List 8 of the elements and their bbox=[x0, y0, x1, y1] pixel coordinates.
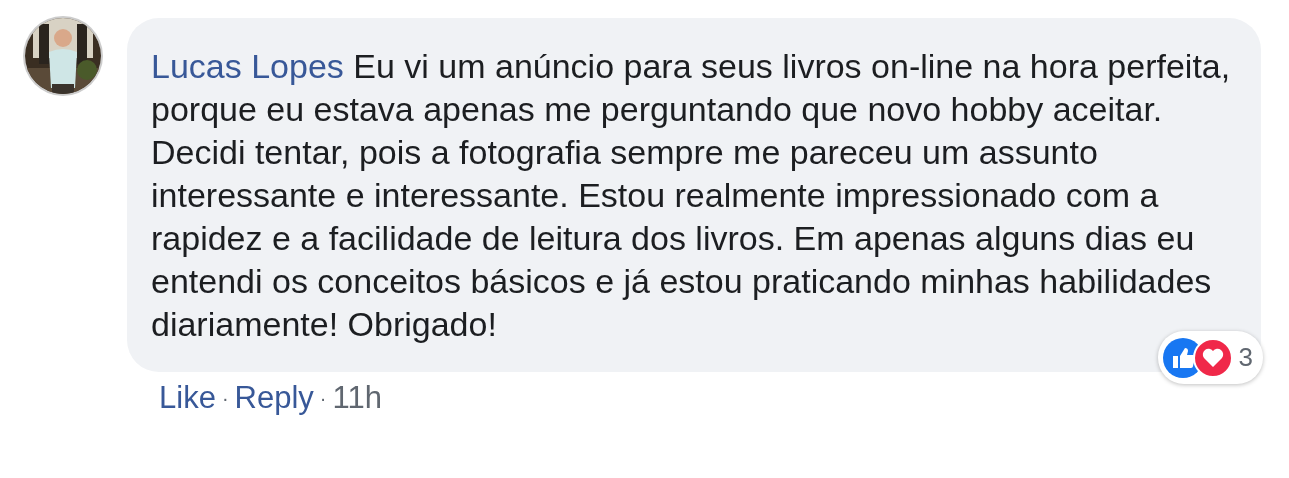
reactions-badge[interactable]: 3 bbox=[1157, 331, 1263, 384]
action-link[interactable]: Like bbox=[159, 380, 216, 416]
author-name[interactable]: Lucas Lopes bbox=[151, 47, 344, 85]
timestamp[interactable]: 11h bbox=[332, 380, 382, 416]
reaction-count: 3 bbox=[1238, 341, 1253, 374]
action-link[interactable]: Reply bbox=[234, 380, 314, 416]
separator-dot: · bbox=[221, 386, 229, 410]
separator-dot: · bbox=[319, 386, 327, 410]
